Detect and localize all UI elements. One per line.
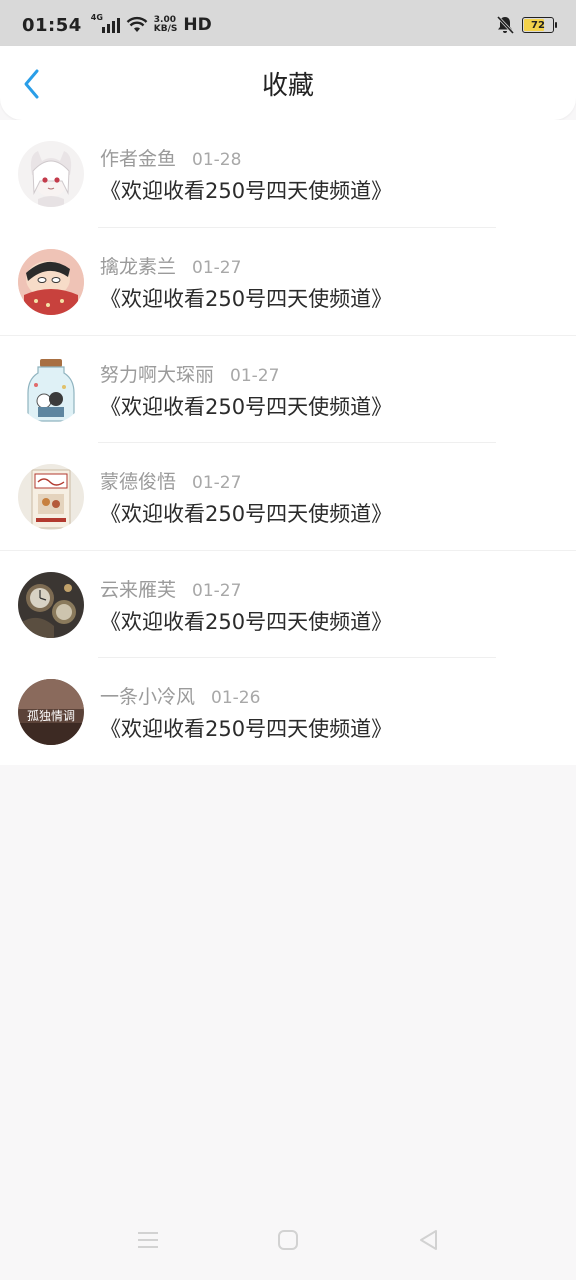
avatar — [18, 463, 84, 530]
battery-icon: 72 — [522, 17, 557, 33]
status-icons: 4G 3.00 KB/S HD — [91, 13, 212, 35]
triangle-back-icon — [420, 1230, 437, 1250]
favorite-item[interactable]: 云来雁芙 01-27 《欢迎收看250号四天使频道》 — [0, 550, 576, 658]
page-title: 收藏 — [261, 70, 314, 101]
author-line: 作者金鱼 01-28 — [100, 144, 241, 171]
avatar — [18, 248, 84, 315]
author-name: 一条小冷风 — [100, 685, 196, 708]
author-line: 擒龙素兰 01-27 — [100, 252, 241, 279]
favorite-item[interactable]: 擒龙素兰 01-27 《欢迎收看250号四天使频道》 — [0, 228, 576, 336]
post-date: 01-27 — [192, 257, 242, 278]
menu-icon — [138, 1232, 158, 1248]
network-speed: 3.00 KB/S — [154, 16, 178, 34]
post-date: 01-27 — [192, 581, 242, 601]
header: 收藏 — [0, 46, 576, 120]
author-line: 努力啊大琛丽 01-27 — [100, 360, 279, 387]
favorite-item[interactable]: 作者金鱼 01-28 《欢迎收看250号四天使频道》 — [0, 120, 576, 228]
post-title: 《欢迎收看250号四天使频道》 — [100, 395, 393, 419]
square-icon — [278, 1230, 298, 1250]
post-date: 01-26 — [211, 687, 261, 708]
avatar-caption: 孤独情调 — [27, 709, 75, 723]
status-right: 72 — [496, 15, 557, 35]
hd-indicator: HD — [183, 15, 212, 35]
author-name: 蒙德俊悟 — [100, 470, 177, 493]
favorites-list: 作者金鱼 01-28 《欢迎收看250号四天使频道》 擒龙素兰 01-27 《欢… — [0, 120, 576, 765]
wifi-icon — [126, 16, 148, 32]
post-title: 《欢迎收看250号四天使频道》 — [100, 610, 393, 634]
avatar — [18, 357, 84, 423]
back-button[interactable] — [18, 68, 46, 100]
favorite-item[interactable]: 努力啊大琛丽 01-27 《欢迎收看250号四天使频道》 — [0, 335, 576, 443]
favorite-item[interactable]: 孤独情调 一条小冷风 01-26 《欢迎收看250号四天使频道》 — [0, 658, 576, 766]
author-line: 蒙德俊悟 01-27 — [100, 467, 241, 494]
back-nav-button[interactable] — [413, 1225, 443, 1255]
author-name: 努力啊大琛丽 — [100, 364, 215, 386]
menu-button[interactable] — [133, 1225, 163, 1255]
status-time: 01:54 — [22, 14, 82, 36]
post-date: 01-28 — [192, 150, 242, 170]
battery-level: 72 — [531, 19, 545, 31]
post-title: 《欢迎收看250号四天使频道》 — [100, 286, 393, 311]
post-title: 《欢迎收看250号四天使频道》 — [100, 179, 393, 203]
post-title: 《欢迎收看250号四天使频道》 — [100, 501, 393, 526]
avatar — [18, 572, 84, 638]
post-date: 01-27 — [230, 366, 280, 386]
author-line: 一条小冷风 01-26 — [100, 682, 260, 709]
avatar: 孤独情调 — [18, 678, 84, 745]
author-name: 作者金鱼 — [100, 148, 177, 170]
signal-icon: 4G — [91, 13, 120, 33]
system-nav-bar — [0, 1200, 576, 1280]
home-button[interactable] — [273, 1225, 303, 1255]
chevron-left-icon — [24, 69, 39, 99]
bell-mute-icon — [496, 15, 514, 35]
avatar — [18, 141, 84, 207]
network-type: 4G — [90, 13, 103, 22]
favorite-item[interactable]: 蒙德俊悟 01-27 《欢迎收看250号四天使频道》 — [0, 443, 576, 551]
speed-unit: KB/S — [153, 24, 178, 34]
author-name: 云来雁芙 — [100, 579, 177, 601]
author-line: 云来雁芙 01-27 — [100, 575, 241, 602]
post-date: 01-27 — [192, 472, 242, 493]
status-bar: 01:54 4G 3.00 KB/S HD 72 — [0, 0, 576, 50]
author-name: 擒龙素兰 — [100, 255, 177, 278]
post-title: 《欢迎收看250号四天使频道》 — [100, 716, 393, 741]
